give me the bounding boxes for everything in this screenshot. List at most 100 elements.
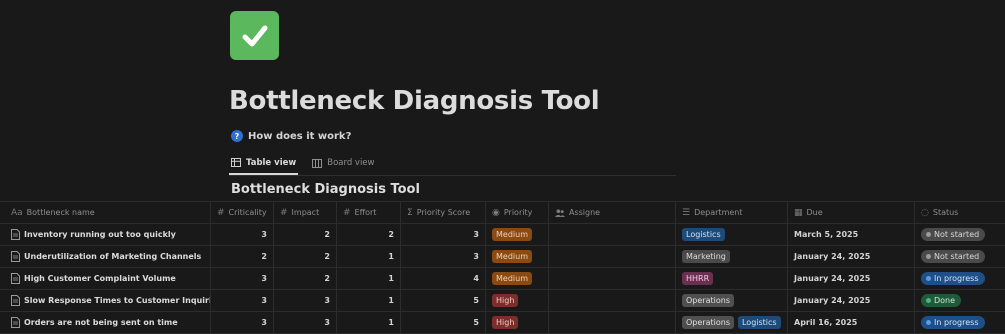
page-doc-icon xyxy=(11,295,20,306)
database-title[interactable]: Bottleneck Diagnosis Tool xyxy=(231,182,420,197)
column-header-criticality[interactable]: # Criticality xyxy=(211,202,274,223)
cell-due[interactable]: March 5, 2025 xyxy=(788,224,915,245)
status-label: In progress xyxy=(934,274,979,283)
cell-effort[interactable]: 1 xyxy=(337,246,401,267)
criticality-value: 3 xyxy=(261,274,267,283)
row-title: Slow Response Times to Customer Inquirie… xyxy=(24,296,211,305)
priority-score-value: 3 xyxy=(473,230,479,239)
cell-department[interactable]: HHRR xyxy=(676,268,788,289)
status-badge: Done xyxy=(921,294,962,307)
cell-status[interactable]: Done xyxy=(915,290,1005,311)
column-label: Department xyxy=(694,208,743,217)
cell-name[interactable]: Inventory running out too quickly xyxy=(0,224,211,245)
department-tag: Logistics xyxy=(737,316,781,329)
cell-name[interactable]: High Customer Complaint Volume xyxy=(0,268,211,289)
cell-department[interactable]: Operations Logistics xyxy=(676,312,788,333)
cell-impact[interactable]: 2 xyxy=(274,246,337,267)
table-icon xyxy=(231,158,241,167)
column-header-effort[interactable]: # Effort xyxy=(337,202,401,223)
cell-assignee[interactable] xyxy=(549,290,676,311)
impact-value: 2 xyxy=(324,274,330,283)
cell-criticality[interactable]: 3 xyxy=(211,290,274,311)
cell-assignee[interactable] xyxy=(549,224,676,245)
tab-label: Board view xyxy=(327,158,375,168)
column-header-priority-score[interactable]: Σ Priority Score xyxy=(401,202,486,223)
cell-criticality[interactable]: 3 xyxy=(211,312,274,333)
column-header-department[interactable]: ☰ Department xyxy=(676,202,788,223)
cell-priority-score[interactable]: 3 xyxy=(401,224,486,245)
cell-criticality[interactable]: 3 xyxy=(211,268,274,289)
cell-priority[interactable]: High xyxy=(486,290,549,311)
cell-status[interactable]: Not started xyxy=(915,246,1005,267)
status-label: In progress xyxy=(934,318,979,327)
cell-status[interactable]: In progress xyxy=(915,312,1005,333)
cell-impact[interactable]: 2 xyxy=(274,224,337,245)
cell-effort[interactable]: 1 xyxy=(337,290,401,311)
cell-priority-score[interactable]: 4 xyxy=(401,268,486,289)
cell-due[interactable]: April 16, 2025 xyxy=(788,312,915,333)
help-link-label: How does it work? xyxy=(248,130,352,142)
column-label: Effort xyxy=(354,208,377,217)
row-title: Orders are not being sent on time xyxy=(24,318,178,327)
cell-department[interactable]: Marketing xyxy=(676,246,788,267)
cell-priority[interactable]: Medium xyxy=(486,224,549,245)
tab-table-view[interactable]: Table view xyxy=(229,152,299,175)
priority-score-value: 5 xyxy=(473,318,479,327)
cell-status[interactable]: In progress xyxy=(915,268,1005,289)
cell-effort[interactable]: 1 xyxy=(337,268,401,289)
column-header-impact[interactable]: # Impact xyxy=(274,202,337,223)
department-tag: Logistics xyxy=(682,228,725,241)
cell-assignee[interactable] xyxy=(549,268,676,289)
cell-priority[interactable]: Medium xyxy=(486,246,549,267)
effort-value: 1 xyxy=(388,296,394,305)
cell-priority[interactable]: High xyxy=(486,312,549,333)
status-badge: In progress xyxy=(921,316,985,329)
department-tag: HHRR xyxy=(682,272,714,285)
cell-name[interactable]: Orders are not being sent on time xyxy=(0,312,211,333)
cell-effort[interactable]: 2 xyxy=(337,224,401,245)
help-link[interactable]: ? How does it work? xyxy=(231,130,351,142)
cell-priority-score[interactable]: 5 xyxy=(401,290,486,311)
cell-assignee[interactable] xyxy=(549,246,676,267)
cell-name[interactable]: Slow Response Times to Customer Inquirie… xyxy=(0,290,211,311)
check-mark-icon[interactable] xyxy=(230,11,279,60)
column-header-status[interactable]: ◌ Status xyxy=(915,202,1005,223)
status-label: Not started xyxy=(934,230,980,239)
status-label: Done xyxy=(934,296,956,305)
cell-due[interactable]: January 24, 2025 xyxy=(788,290,915,311)
formula-icon: Σ xyxy=(407,207,413,218)
page-doc-icon xyxy=(11,273,20,284)
cell-effort[interactable]: 1 xyxy=(337,312,401,333)
status-badge: In progress xyxy=(921,272,985,285)
cell-department[interactable]: Operations xyxy=(676,290,788,311)
cell-criticality[interactable]: 2 xyxy=(211,246,274,267)
cell-due[interactable]: January 24, 2025 xyxy=(788,246,915,267)
cell-department[interactable]: Logistics xyxy=(676,224,788,245)
tab-label: Table view xyxy=(246,157,297,168)
cell-priority[interactable]: Medium xyxy=(486,268,549,289)
priority-tag: Medium xyxy=(492,272,532,285)
cell-impact[interactable]: 2 xyxy=(274,268,337,289)
priority-score-value: 5 xyxy=(473,296,479,305)
status-property-icon: ◌ xyxy=(921,207,929,218)
cell-impact[interactable]: 3 xyxy=(274,312,337,333)
tab-board-view[interactable]: Board view xyxy=(310,152,376,174)
cell-criticality[interactable]: 3 xyxy=(211,224,274,245)
cell-priority-score[interactable]: 3 xyxy=(401,246,486,267)
column-header-due[interactable]: ▦ Due xyxy=(788,202,915,223)
column-header-name[interactable]: Aa Bottleneck name xyxy=(0,202,211,223)
column-header-priority[interactable]: ◉ Priority xyxy=(486,202,549,223)
cell-assignee[interactable] xyxy=(549,312,676,333)
due-date: April 16, 2025 xyxy=(794,318,858,327)
cell-status[interactable]: Not started xyxy=(915,224,1005,245)
department-tag: Marketing xyxy=(682,250,730,263)
cell-impact[interactable]: 3 xyxy=(274,290,337,311)
column-header-assignee[interactable]: Assigne xyxy=(549,202,676,223)
cell-due[interactable]: January 24, 2025 xyxy=(788,268,915,289)
cell-name[interactable]: Underutilization of Marketing Channels xyxy=(0,246,211,267)
cell-priority-score[interactable]: 5 xyxy=(401,312,486,333)
priority-tag: High xyxy=(492,294,519,307)
number-property-icon: # xyxy=(343,207,351,218)
calendar-icon: ▦ xyxy=(794,207,803,218)
column-label: Status xyxy=(932,208,959,217)
